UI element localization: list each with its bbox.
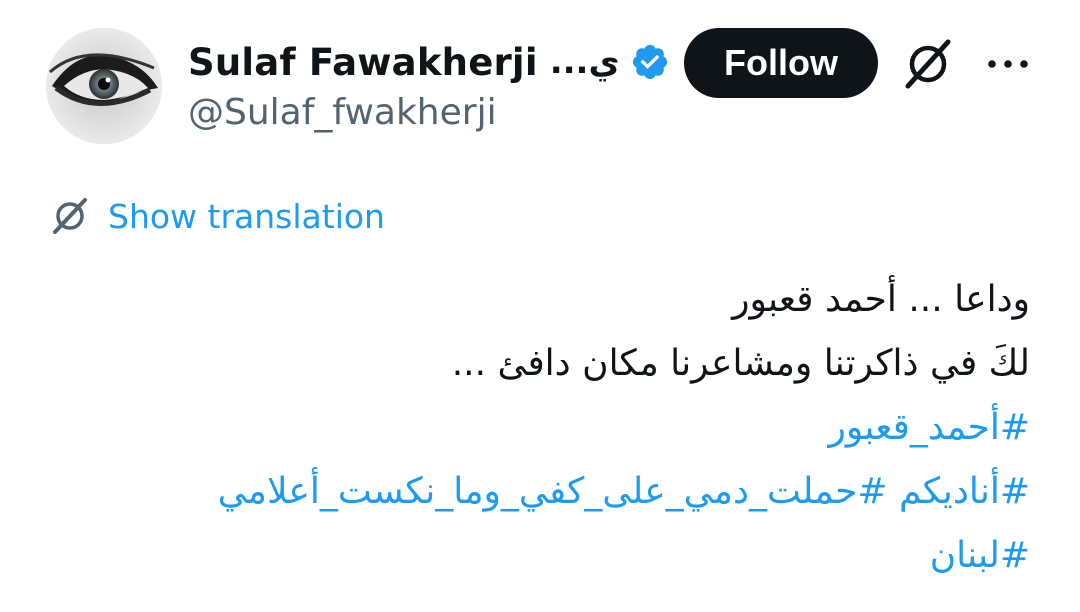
avatar[interactable]	[46, 28, 162, 144]
author-name-row[interactable]: Sulaf Fawakherji ...ي	[188, 34, 670, 90]
hashtag-line: #أحمد_قعبور	[70, 396, 1030, 460]
author-display-name-suffix[interactable]: ...ي	[550, 42, 620, 82]
avatar-eye-photo	[46, 28, 162, 144]
hashtag-line: #لبنان	[70, 524, 1030, 588]
translate-icon	[53, 198, 87, 234]
tweet-line: لكَ في ذاكرتنا ومشاعرنا مكان دافئ ...	[451, 343, 1030, 384]
author-display-name[interactable]: Sulaf Fawakherji	[188, 41, 538, 84]
verified-badge-icon[interactable]	[630, 42, 670, 82]
author-handle[interactable]: @Sulaf_fwakherji	[188, 92, 497, 133]
hashtag-link[interactable]: #أناديكم	[899, 471, 1030, 512]
hashtag-link[interactable]: #حملت_دمي_على_كفي_وما_نكست_أعلامي	[218, 471, 888, 512]
follow-button[interactable]: Follow	[684, 28, 878, 98]
show-translation-link[interactable]: Show translation	[48, 194, 385, 238]
tweet-line: وداعا ... أحمد قعبور	[732, 279, 1030, 320]
more-dots-icon[interactable]	[984, 44, 1032, 84]
hashtag-link[interactable]: #أحمد_قعبور	[828, 407, 1030, 448]
hashtag-line: #أناديكم #حملت_دمي_على_كفي_وما_نكست_أعلا…	[70, 460, 1030, 524]
hashtag-link[interactable]: #لبنان	[930, 535, 1030, 576]
grok-icon[interactable]	[900, 36, 956, 92]
show-translation-label: Show translation	[108, 196, 385, 236]
tweet-text: وداعا ... أحمد قعبور لكَ في ذاكرتنا ومشا…	[70, 268, 1030, 588]
